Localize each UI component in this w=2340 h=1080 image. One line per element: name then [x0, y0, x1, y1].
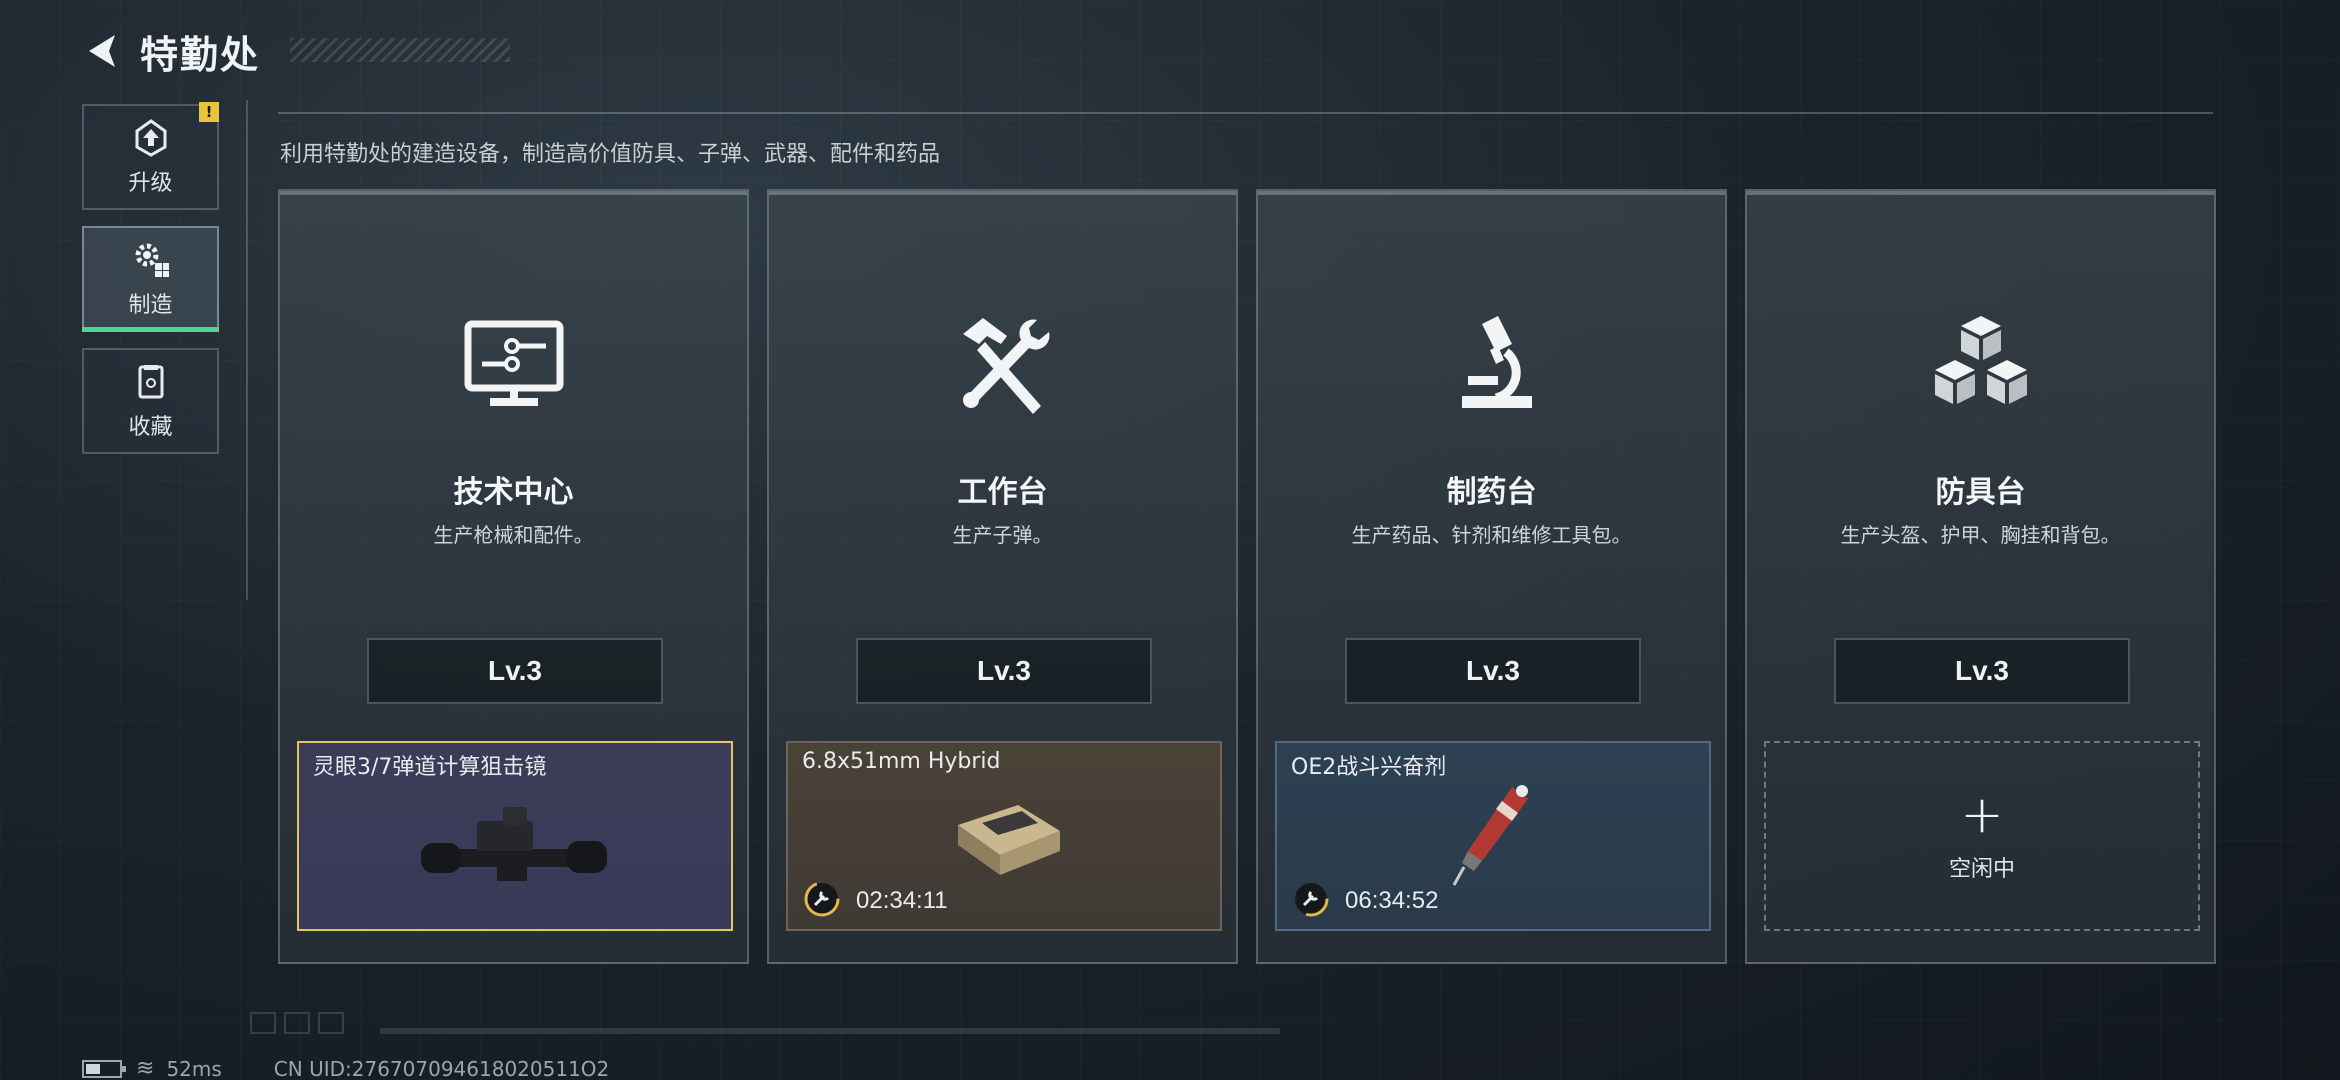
production-slot[interactable]: OE2战斗兴奋剂 06:34:52 — [1275, 741, 1711, 931]
gears-icon — [135, 243, 169, 277]
cubes-icon — [1934, 316, 2027, 404]
sidebar: ! 升级 制造 收藏 — [82, 102, 219, 470]
header: 特勤处 — [80, 26, 261, 77]
sidebar-item-label: 制造 — [128, 293, 173, 318]
slot-item-name: OE2战斗兴奋剂 — [1291, 755, 1447, 780]
divider — [278, 112, 2213, 114]
slot-timer: 02:34:11 — [856, 887, 948, 914]
title-decoration — [290, 38, 510, 62]
page-title: 特勤处 — [140, 32, 261, 77]
station-card-workbench[interactable]: 工作台 生产子弹。 Lv.3 6.8x51mm Hybrid 02:34:11 — [767, 189, 1238, 964]
syringe-icon — [1452, 785, 1528, 886]
back-button[interactable] — [80, 28, 126, 74]
station-subtitle: 生产药品、针剂和维修工具包。 — [1351, 523, 1632, 547]
page-description: 利用特勤处的建造设备，制造高价值防具、子弹、武器、配件和药品 — [280, 142, 941, 167]
station-card-tech-center[interactable]: 技术中心 生产枪械和配件。 Lv.3 灵眼3/7弹道计算狙击镜 — [278, 189, 749, 964]
bottom-decoration — [250, 1012, 344, 1034]
level-button[interactable]: Lv.3 — [1345, 638, 1641, 704]
ping-value: 52ms — [166, 1056, 222, 1080]
back-arrow-icon — [89, 35, 115, 67]
station-title: 制药台 — [1446, 475, 1537, 510]
station-subtitle: 生产头盔、护甲、胸挂和背包。 — [1840, 523, 2121, 547]
station-card-armor-bench[interactable]: 防具台 生产头盔、护甲、胸挂和背包。 Lv.3 + 空闲中 — [1745, 189, 2216, 964]
level-button[interactable]: Lv.3 — [856, 638, 1152, 704]
monitor-circuit-icon — [464, 320, 563, 406]
slot-item-name: 灵眼3/7弹道计算狙击镜 — [313, 755, 547, 780]
ammo-box-icon — [958, 805, 1060, 875]
microscope-icon — [1461, 316, 1532, 408]
sidebar-item-label: 升级 — [128, 171, 173, 196]
idle-label: 空闲中 — [1948, 857, 2015, 882]
timer-icon — [1293, 881, 1329, 917]
alert-badge: ! — [199, 102, 219, 122]
wifi-icon: ≋ — [136, 1056, 155, 1080]
station-subtitle: 生产枪械和配件。 — [433, 523, 594, 547]
sidebar-item-label: 收藏 — [128, 415, 173, 440]
production-slot[interactable]: 6.8x51mm Hybrid 02:34:11 — [786, 741, 1222, 931]
station-card-pharmacy[interactable]: 制药台 生产药品、针剂和维修工具包。 Lv.3 OE2战斗兴奋剂 06:34:5… — [1256, 189, 1727, 964]
user-uid: CN UID:276707094618020511O2 — [273, 1056, 610, 1080]
battery-icon — [82, 1059, 126, 1078]
station-title: 工作台 — [957, 475, 1048, 510]
level-button[interactable]: Lv.3 — [1834, 638, 2130, 704]
collection-icon — [138, 365, 163, 399]
status-bar: ≋ 52ms CN UID:276707094618020511O2 — [82, 1056, 609, 1080]
station-title: 技术中心 — [453, 475, 574, 510]
timer-icon — [804, 881, 840, 917]
production-slot[interactable]: 灵眼3/7弹道计算狙击镜 — [297, 741, 733, 931]
bottom-track — [380, 1028, 1280, 1034]
upgrade-icon — [135, 119, 166, 157]
slot-timer: 06:34:52 — [1345, 887, 1439, 914]
station-subtitle: 生产子弹。 — [952, 523, 1053, 547]
station-title: 防具台 — [1935, 475, 2026, 510]
production-slot-empty[interactable]: + 空闲中 — [1764, 741, 2200, 931]
sidebar-divider — [246, 100, 248, 600]
level-button[interactable]: Lv.3 — [367, 638, 663, 704]
scope-icon — [421, 807, 607, 881]
hammer-wrench-icon — [962, 318, 1049, 414]
sidebar-item-craft[interactable]: 制造 — [82, 226, 219, 332]
sidebar-item-upgrade[interactable]: ! 升级 — [82, 102, 219, 210]
plus-icon: + — [1960, 785, 2004, 845]
sidebar-item-collection[interactable]: 收藏 — [82, 348, 219, 454]
slot-item-name: 6.8x51mm Hybrid — [802, 749, 1001, 774]
